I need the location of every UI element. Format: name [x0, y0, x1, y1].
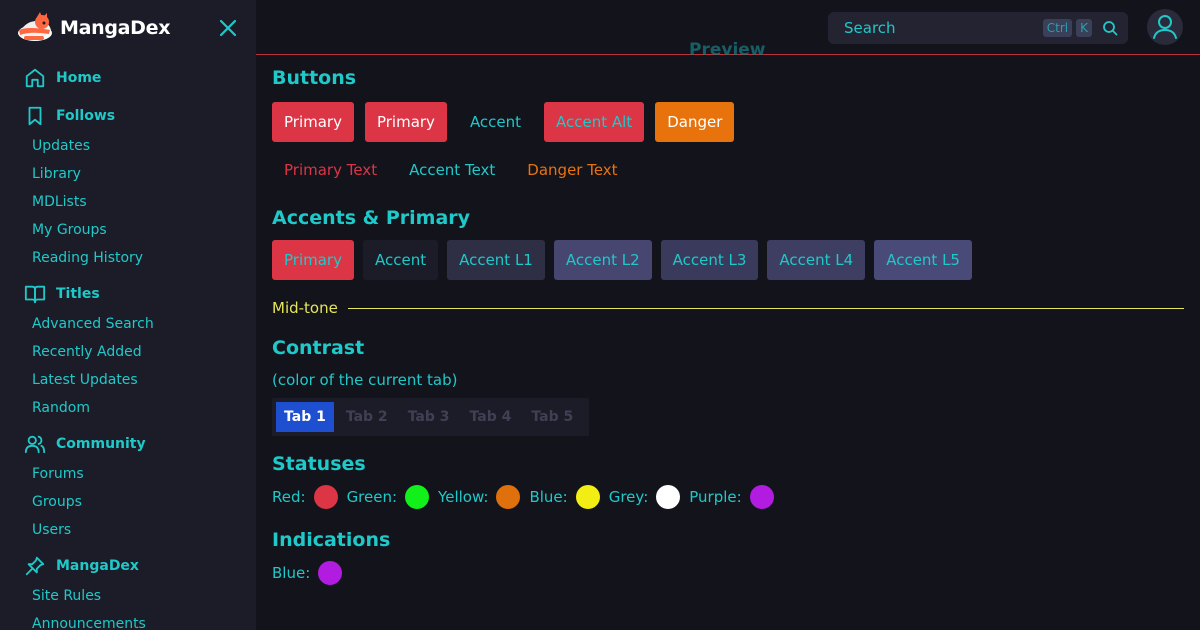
indication-dot-blue: [318, 561, 343, 585]
accent-swatch-accent-l1[interactable]: Accent L1: [447, 240, 545, 280]
indications-heading: Indications: [272, 529, 391, 551]
users-icon: [24, 435, 46, 454]
filled-button-danger[interactable]: Danger: [655, 102, 735, 142]
status-dot-blue: [575, 485, 600, 509]
shortcut-ctrl-key: Ctrl: [1042, 19, 1073, 37]
filled-buttons-row: Primary Primary Accent Accent Alt Danger: [272, 102, 1184, 142]
midtone-line: [347, 307, 1184, 309]
status-dot-red: [313, 485, 338, 509]
status-dot-grey: [656, 485, 681, 509]
accents-row: Primary Accent Accent L1 Accent L2 Accent L3…: [272, 240, 1184, 280]
tab-4[interactable]: Tab 4: [462, 402, 520, 432]
mangadex-logo-icon: [18, 12, 52, 41]
status-label: Grey:: [608, 488, 649, 506]
accent-swatch-primary[interactable]: Primary: [272, 240, 354, 280]
bookmark-icon: [28, 106, 42, 126]
brand-name: MangaDex: [60, 17, 171, 39]
book-open-icon: [24, 285, 46, 304]
sidebar-section-community[interactable]: Community: [0, 428, 256, 460]
midtone-label: Mid-tone: [272, 299, 338, 317]
sidebar-item-reading-history[interactable]: Reading History: [0, 244, 256, 272]
filled-button-accent-alt[interactable]: Accent Alt: [544, 102, 645, 142]
status-label: Green:: [346, 488, 398, 506]
sidebar-item-site-rules[interactable]: Site Rules: [0, 582, 256, 610]
status-dot-purple: [749, 485, 774, 509]
shortcut-k-key: K: [1076, 19, 1092, 37]
filled-button-primary[interactable]: Primary: [364, 102, 447, 142]
pin-icon: [25, 556, 45, 576]
sidebar-item-my-groups[interactable]: My Groups: [0, 216, 256, 244]
indications-row: Blue:: [272, 558, 1184, 588]
sidebar: MangaDex Home Follows Updates Library MD…: [0, 0, 256, 630]
sidebar-section-label: MangaDex: [56, 558, 139, 574]
status-label: Yellow:: [438, 488, 489, 506]
search-bar[interactable]: Ctrl K: [828, 12, 1128, 44]
tab-2[interactable]: Tab 2: [338, 402, 396, 432]
brand[interactable]: MangaDex: [16, 12, 171, 44]
indication-label: Blue:: [272, 564, 311, 582]
sidebar-item-library[interactable]: Library: [0, 160, 256, 188]
faded-page-title: Preview: [689, 40, 766, 60]
search-input[interactable]: [844, 19, 1039, 37]
sidebar-item-mdlists[interactable]: MDLists: [0, 188, 256, 216]
sidebar-nav: Home Follows Updates Library MDLists My …: [0, 62, 256, 630]
text-buttons-row: Primary Text Accent Text Danger Text: [272, 150, 1184, 190]
top-header: Preview Ctrl K: [256, 0, 1200, 60]
sidebar-item-recently-added[interactable]: Recently Added: [0, 338, 256, 366]
search-icon[interactable]: [1102, 20, 1118, 36]
tab-5[interactable]: Tab 5: [523, 402, 581, 432]
accent-swatch-accent-l2[interactable]: Accent L2: [553, 240, 652, 280]
sidebar-section-label: Home: [56, 70, 102, 86]
sidebar-section-label: Follows: [56, 108, 116, 124]
sidebar-section-titles[interactable]: Titles: [0, 278, 256, 310]
statuses-row: Red: Green: Yellow: Blue: Grey: Purple:: [272, 482, 1184, 512]
accents-heading: Accents & Primary: [272, 207, 471, 229]
sidebar-section-follows[interactable]: Follows: [0, 100, 256, 132]
main-content: Buttons Primary Primary Accent Accent Alt Da…: [272, 64, 1184, 588]
tab-3[interactable]: Tab 3: [400, 402, 458, 432]
sidebar-item-latest-updates[interactable]: Latest Updates: [0, 366, 256, 394]
status-dot-yellow: [496, 485, 521, 509]
accent-swatch-accent-l3[interactable]: Accent L3: [660, 240, 759, 280]
status-label: Purple:: [689, 488, 742, 506]
midtone-separator: Mid-tone: [272, 296, 1184, 320]
contrast-heading: Contrast: [272, 337, 365, 359]
filled-button-primary[interactable]: Primary: [272, 102, 354, 142]
status-label: Blue:: [529, 488, 568, 506]
sidebar-item-updates[interactable]: Updates: [0, 132, 256, 160]
accent-swatch-accent[interactable]: Accent: [362, 240, 439, 280]
sidebar-item-random[interactable]: Random: [0, 394, 256, 422]
text-button-accent-text[interactable]: Accent Text: [397, 150, 507, 190]
contrast-subtitle: (color of the current tab): [272, 371, 458, 389]
sidebar-item-advanced-search[interactable]: Advanced Search: [0, 310, 256, 338]
accent-swatch-accent-l4[interactable]: Accent L4: [767, 240, 866, 280]
contrast-tabs: Tab 1 Tab 2 Tab 3 Tab 4 Tab 5: [272, 398, 590, 436]
user-avatar-icon[interactable]: [1146, 8, 1184, 46]
accent-swatch-accent-l5[interactable]: Accent L5: [874, 240, 972, 280]
home-icon: [25, 68, 45, 88]
status-dot-green: [405, 485, 430, 509]
statuses-heading: Statuses: [272, 453, 366, 475]
filled-button-accent[interactable]: Accent: [458, 102, 533, 142]
text-button-danger-text[interactable]: Danger Text: [515, 150, 629, 190]
tab-1[interactable]: Tab 1: [276, 402, 334, 432]
sidebar-section-mangadex[interactable]: MangaDex: [0, 550, 256, 582]
sidebar-item-announcements[interactable]: Announcements: [0, 610, 256, 630]
buttons-heading: Buttons: [272, 67, 357, 89]
text-button-primary-text[interactable]: Primary Text: [272, 150, 389, 190]
status-label: Red:: [272, 488, 306, 506]
sidebar-section-label: Titles: [56, 286, 100, 302]
sidebar-section-home[interactable]: Home: [0, 62, 256, 94]
sidebar-item-groups[interactable]: Groups: [0, 488, 256, 516]
sidebar-section-label: Community: [56, 436, 146, 452]
close-sidebar-icon[interactable]: [218, 18, 238, 38]
sidebar-item-users[interactable]: Users: [0, 516, 256, 544]
sidebar-item-forums[interactable]: Forums: [0, 460, 256, 488]
